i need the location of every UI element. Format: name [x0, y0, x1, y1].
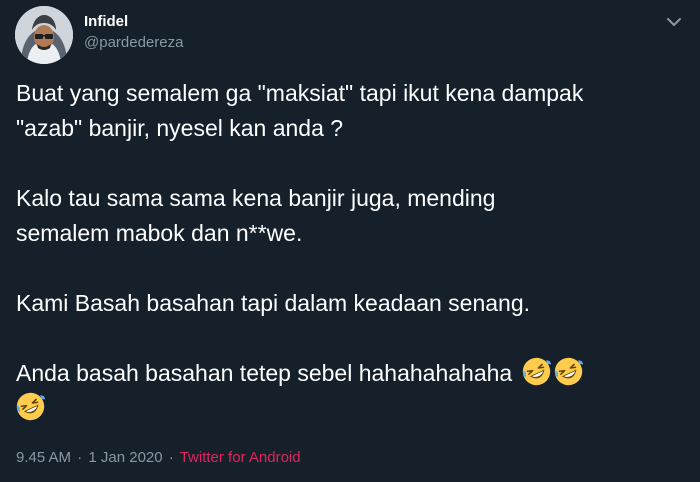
rolling-on-the-floor-laughing-emoji-icon	[16, 392, 45, 421]
display-name[interactable]: Infidel	[84, 12, 183, 32]
tweet-line: "azab" banjir, nyesel kan anda ?	[16, 115, 344, 141]
tweet-line: semalem mabok dan n**we.	[16, 220, 303, 246]
tweet-line: Kalo tau sama sama kena banjir juga, men…	[16, 185, 496, 211]
tweet-paragraph: Anda basah basahan tetep sebel hahahahah…	[16, 356, 691, 426]
tweet-line: Anda basah basahan tetep sebel hahahahah…	[16, 360, 513, 386]
meta-separator: ·	[168, 449, 174, 466]
rolling-on-the-floor-laughing-emoji-icon	[554, 357, 583, 386]
tweet-text: Buat yang semalem ga "maksiat" tapi ikut…	[16, 76, 691, 426]
tweet-line: Kami Basah basahan tapi dalam keadaan se…	[16, 290, 531, 316]
avatar[interactable]	[15, 6, 73, 64]
rolling-on-the-floor-laughing-emoji-icon	[522, 357, 551, 386]
tweet-metadata: 9.45 AM · 1 Jan 2020 · Twitter for Andro…	[16, 448, 301, 468]
user-handle[interactable]: @pardedereza	[84, 33, 183, 53]
user-info: Infidel @pardedereza	[84, 12, 183, 53]
chevron-down-icon[interactable]	[664, 12, 684, 32]
tweet-line: Buat yang semalem ga "maksiat" tapi ikut…	[16, 80, 584, 106]
meta-separator: ·	[77, 449, 83, 466]
tweet-source-link[interactable]: Twitter for Android	[180, 449, 301, 466]
tweet-paragraph: Kami Basah basahan tapi dalam keadaan se…	[16, 286, 691, 321]
tweet-card: Infidel @pardedereza Buat yang semalem g…	[0, 0, 700, 482]
tweet-date[interactable]: 1 Jan 2020	[88, 449, 162, 466]
tweet-paragraph: Kalo tau sama sama kena banjir juga, men…	[16, 181, 691, 251]
tweet-time[interactable]: 9.45 AM	[16, 449, 71, 466]
tweet-paragraph: Buat yang semalem ga "maksiat" tapi ikut…	[16, 76, 691, 146]
